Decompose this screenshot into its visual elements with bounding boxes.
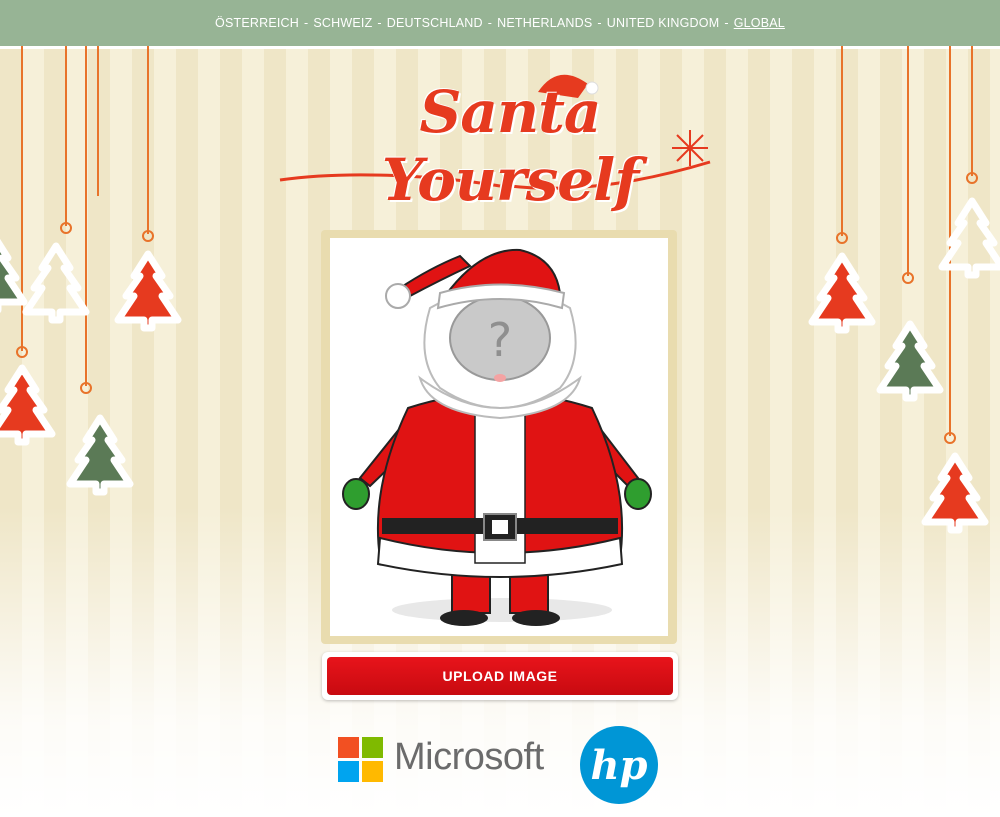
tree-ornament <box>0 368 52 442</box>
tree-ornament <box>70 418 130 492</box>
photo-frame: ? <box>321 230 677 644</box>
nav-separator: - <box>487 16 493 30</box>
santa-figure-icon: ? <box>342 248 652 626</box>
sponsor-logos: Microsoft hp <box>336 726 666 806</box>
hp-logo: hp <box>580 726 658 804</box>
country-link-global[interactable]: GLOBAL <box>734 16 785 30</box>
country-link-switzerland[interactable]: SCHWEIZ <box>313 16 372 30</box>
santa-preview: ? <box>330 238 668 636</box>
logo-text: Santa Yourself <box>381 78 639 214</box>
country-link-germany[interactable]: DEUTSCHLAND <box>387 16 483 30</box>
nav-separator: - <box>377 16 382 30</box>
tree-ornament <box>26 246 86 320</box>
upload-button-wrapper: UPLOAD IMAGE <box>322 652 678 700</box>
country-nav: ÖSTERREICH - SCHWEIZ - DEUTSCHLAND - NET… <box>0 0 1000 49</box>
santa-yourself-logo: Santa Yourself <box>270 58 730 214</box>
tree-ornament <box>880 324 940 398</box>
tree-ornament <box>925 456 985 530</box>
nav-separator: - <box>597 16 602 30</box>
microsoft-logo-text: Microsoft <box>394 736 544 778</box>
upload-image-button[interactable]: UPLOAD IMAGE <box>327 657 673 695</box>
tree-ornament <box>942 201 1000 275</box>
tree-ornament <box>118 254 178 328</box>
country-link-united-kingdom[interactable]: UNITED KINGDOM <box>607 16 720 30</box>
microsoft-logo-icon <box>338 737 384 783</box>
country-link-austria[interactable]: ÖSTERREICH <box>215 16 299 30</box>
country-link-netherlands[interactable]: NETHERLANDS <box>497 16 592 30</box>
tree-ornament <box>0 236 24 310</box>
face-placeholder-icon: ? <box>488 313 512 367</box>
nav-separator: - <box>724 16 729 30</box>
tree-ornament <box>812 256 872 330</box>
nav-separator: - <box>304 16 309 30</box>
